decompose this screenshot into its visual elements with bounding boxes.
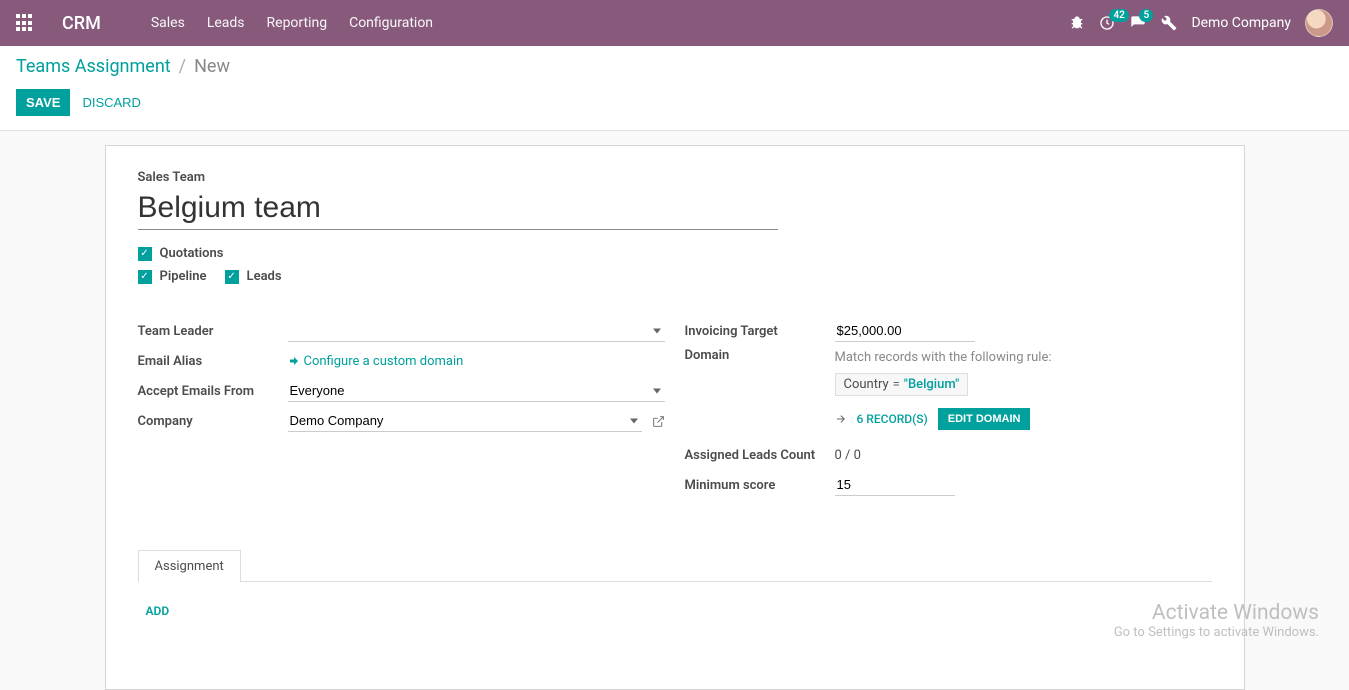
arrow-right-icon [835, 413, 847, 425]
check-quotations[interactable]: ✓ Quotations [138, 246, 224, 261]
form-right-column: Invoicing Target Domain Match records wi… [685, 318, 1212, 502]
check-pipeline[interactable]: ✓ Pipeline [138, 269, 207, 284]
assigned-leads-value: 0 / 0 [835, 448, 861, 463]
check-pipeline-label: Pipeline [160, 269, 207, 284]
checkbox-checked-icon: ✓ [138, 247, 152, 261]
messages-badge: 5 [1139, 9, 1153, 22]
breadcrumb-current: New [194, 56, 230, 77]
invoicing-target-label: Invoicing Target [685, 324, 835, 339]
check-quotations-label: Quotations [160, 246, 224, 261]
nav-configuration[interactable]: Configuration [349, 15, 433, 31]
add-assignment-button[interactable]: Add [146, 604, 170, 618]
check-leads-label: Leads [247, 269, 282, 284]
tab-assignment[interactable]: Assignment [138, 550, 241, 582]
company-switcher[interactable]: Demo Company [1191, 15, 1291, 31]
notebook: Assignment Add [138, 550, 1212, 641]
check-leads[interactable]: ✓ Leads [225, 269, 282, 284]
min-score-input[interactable] [835, 474, 955, 496]
user-avatar[interactable] [1305, 9, 1333, 37]
checkbox-checked-icon: ✓ [225, 270, 239, 284]
breadcrumb-root[interactable]: Teams Assignment [16, 56, 171, 77]
team-leader-label: Team Leader [138, 324, 288, 339]
save-button[interactable]: Save [16, 89, 70, 116]
assigned-leads-label: Assigned Leads Count [685, 448, 835, 463]
activity-icon[interactable]: 42 [1099, 15, 1115, 31]
team-leader-input[interactable] [288, 320, 665, 342]
domain-rule-chip[interactable]: Country = "Belgium" [835, 373, 969, 396]
discard-button[interactable]: Discard [82, 95, 141, 110]
app-brand[interactable]: CRM [62, 13, 101, 34]
app-header: CRM Sales Leads Reporting Configuration … [0, 0, 1349, 46]
main-nav: Sales Leads Reporting Configuration [151, 15, 433, 31]
accept-emails-label: Accept Emails From [138, 384, 288, 399]
domain-operator: = [893, 377, 900, 392]
domain-hint: Match records with the following rule: [835, 350, 1212, 365]
messages-icon[interactable]: 5 [1129, 15, 1147, 31]
breadcrumb-sep: / [179, 56, 186, 77]
configure-domain-text: Configure a custom domain [304, 354, 464, 369]
domain-label: Domain [685, 348, 835, 363]
company-label: Company [138, 414, 288, 429]
accept-emails-select[interactable] [288, 380, 665, 402]
header-right: 42 5 Demo Company [1069, 9, 1333, 37]
domain-field-name: Country [844, 377, 889, 392]
external-link-icon[interactable] [652, 415, 665, 428]
breadcrumb: Teams Assignment / New [16, 56, 1333, 77]
nav-sales[interactable]: Sales [151, 15, 185, 31]
edit-domain-button[interactable]: Edit Domain [938, 408, 1031, 430]
checkbox-checked-icon: ✓ [138, 270, 152, 284]
nav-leads[interactable]: Leads [207, 15, 245, 31]
min-score-label: Minimum score [685, 478, 835, 493]
configure-domain-link[interactable]: Configure a custom domain [288, 354, 464, 369]
form-left-column: Team Leader Email Alias Configure a cust… [138, 318, 665, 502]
invoicing-target-input[interactable] [835, 320, 975, 342]
title-label: Sales Team [138, 170, 1212, 185]
settings-icon[interactable] [1161, 15, 1177, 31]
activity-badge: 42 [1109, 9, 1128, 22]
email-alias-label: Email Alias [138, 354, 288, 369]
domain-value: "Belgium" [904, 377, 959, 392]
nav-reporting[interactable]: Reporting [267, 15, 328, 31]
debug-icon[interactable] [1069, 15, 1085, 31]
apps-icon[interactable] [16, 14, 34, 32]
team-name-input[interactable] [138, 189, 778, 230]
records-count-link[interactable]: 6 record(s) [857, 412, 928, 426]
control-panel: Teams Assignment / New Save Discard [0, 46, 1349, 131]
company-input[interactable] [288, 410, 642, 432]
form-sheet: Sales Team ✓ Quotations ✓ Pipeline ✓ Lea… [105, 145, 1245, 690]
